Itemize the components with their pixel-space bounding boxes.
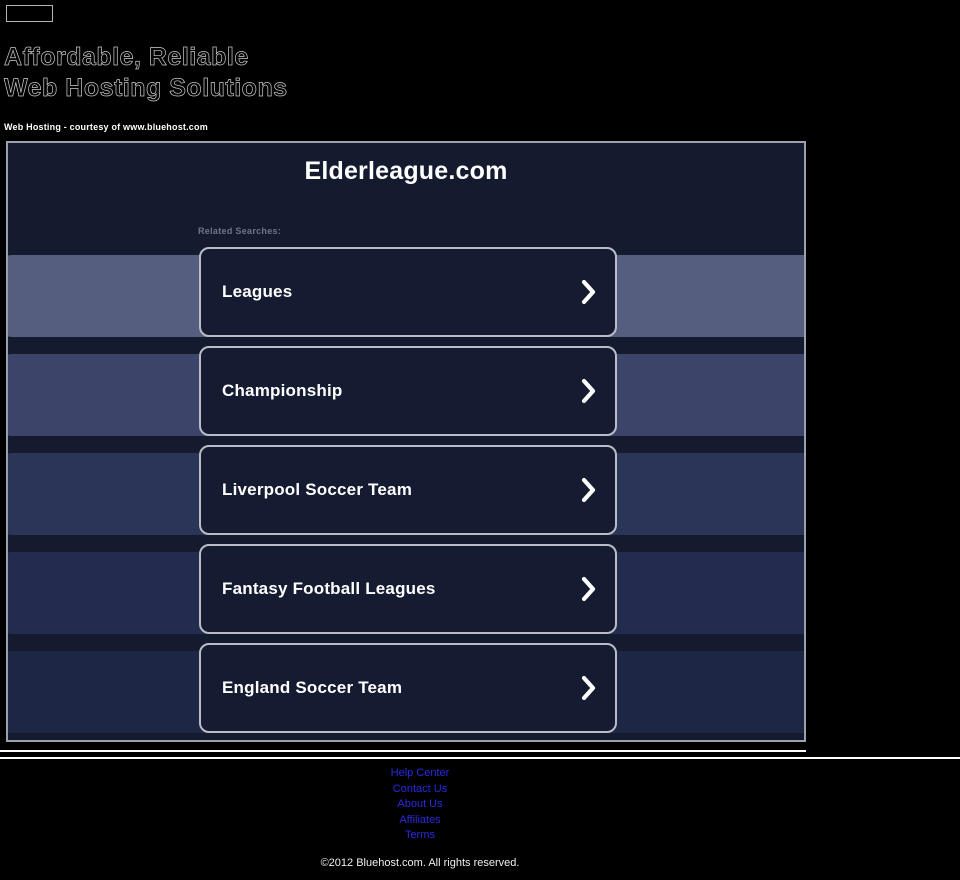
logo-placeholder[interactable] [6, 5, 53, 22]
footer-link[interactable]: Contact Us [0, 782, 840, 798]
page-title: Elderleague.com [304, 157, 508, 185]
footer-link[interactable]: Terms [0, 828, 840, 844]
related-search-label: Leagues [222, 282, 293, 301]
chevron-right-icon [581, 477, 597, 503]
related-searches-label: Related Searches: [198, 226, 282, 236]
related-search-label: Championship [222, 381, 343, 400]
related-search-card[interactable]: Championship [199, 346, 617, 436]
footer-link[interactable]: Help Center [0, 766, 840, 782]
footer-divider-bottom [0, 757, 960, 759]
footer-link[interactable]: Affiliates [0, 813, 840, 829]
chevron-right-icon [581, 675, 597, 701]
related-searches-list: Leagues Championship Liverpool Soccer Team… [199, 247, 617, 740]
courtesy-line: Web Hosting - courtesy of www.bluehost.c… [4, 122, 208, 132]
related-search-card[interactable]: Fantasy Football Leagues [199, 544, 617, 634]
footer-divider-top [0, 750, 806, 752]
related-search-card[interactable]: Liverpool Soccer Team [199, 445, 617, 535]
footer-links: Help Center Contact Us About Us Affiliates T… [0, 766, 840, 844]
chevron-right-icon [581, 279, 597, 305]
chevron-right-icon [581, 576, 597, 602]
footer-link[interactable]: About Us [0, 797, 840, 813]
hero-headline: Affordable, Reliable Web Hosting Solutio… [4, 43, 288, 103]
related-search-card[interactable]: Leagues [199, 247, 617, 337]
related-search-label: Fantasy Football Leagues [222, 579, 436, 598]
copyright-text: ©2012 Bluehost.com. All rights reserved. [320, 857, 520, 869]
related-search-label: Liverpool Soccer Team [222, 480, 413, 499]
chevron-right-icon [581, 378, 597, 404]
related-search-card[interactable]: England Soccer Team [199, 643, 617, 733]
parked-domain-panel: Elderleague.com Related Searches: League… [6, 141, 806, 742]
related-search-label: England Soccer Team [222, 678, 403, 697]
